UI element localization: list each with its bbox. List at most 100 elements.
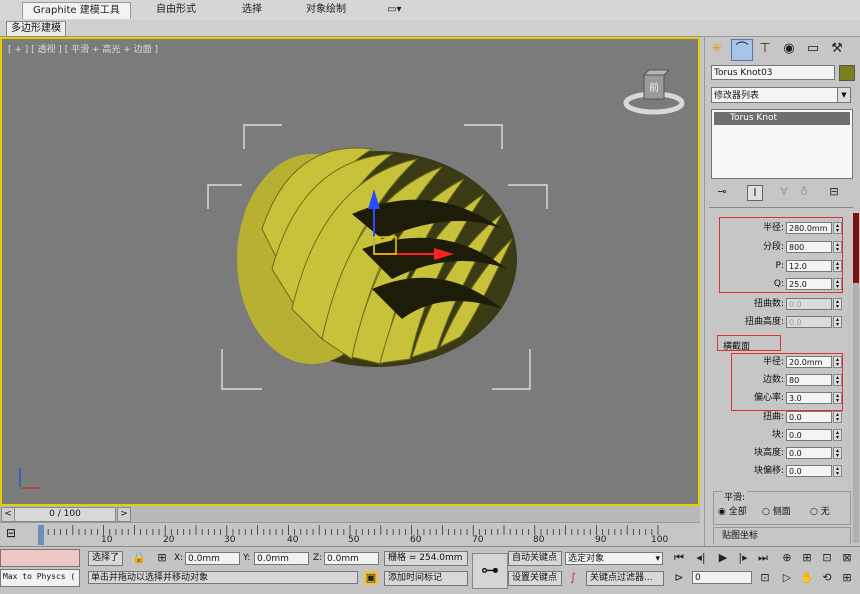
utilities-tab-icon[interactable]: ⚒	[827, 39, 847, 59]
play-icon[interactable]: ▶	[716, 551, 730, 565]
prompt-line: 单击并拖动以选择并移动对象	[88, 571, 358, 584]
divider	[709, 207, 853, 208]
hierarchy-tab-icon[interactable]: ⊤	[755, 39, 775, 59]
highlight-box-section	[731, 353, 843, 411]
time-slider[interactable]: < 0 / 100 >	[0, 506, 700, 522]
mini-curve-editor-icon[interactable]: ⊟	[6, 526, 16, 540]
zoom-extents-icon[interactable]: ⊡	[820, 551, 834, 565]
orbit-icon[interactable]: ⟲	[820, 571, 834, 585]
create-tab-icon[interactable]: ✳	[707, 39, 727, 59]
stack-item-torus-knot[interactable]: Torus Knot	[714, 112, 850, 125]
field-of-view-icon[interactable]: ▷	[780, 571, 794, 585]
modify-tab-icon[interactable]: ⌒	[731, 39, 753, 61]
mapping-group: 贴图坐标	[713, 527, 851, 544]
maxscript-listener[interactable]	[0, 549, 80, 567]
polygon-modeling-tab[interactable]: 多边形建模	[6, 21, 66, 37]
chevron-down-icon: ▼	[837, 88, 850, 102]
key-mode-toggle-icon[interactable]: ⊳	[672, 571, 686, 585]
y-coordinate-field[interactable]: 0.0mm	[254, 552, 309, 565]
spinner-icon[interactable]: ▴ ▾	[833, 298, 842, 310]
absolute-mode-icon[interactable]: ⊞	[155, 551, 169, 565]
key-filter-curve-icon[interactable]: ∫	[566, 571, 580, 585]
time-prev-button[interactable]: <	[1, 507, 15, 522]
ribbon-tab-object-paint[interactable]: 对象绘制	[296, 2, 356, 18]
chevron-down-icon: ▾	[655, 554, 660, 564]
next-frame-icon[interactable]: |▸	[736, 551, 750, 565]
lock-icon[interactable]: 🔒	[132, 551, 146, 565]
time-tag-icon[interactable]: ▣	[364, 571, 378, 585]
spinner-icon[interactable]: ▴ ▾	[833, 465, 842, 477]
zoom-all-icon[interactable]: ⊞	[800, 551, 814, 565]
param-row: 扭曲: 0.0 ▴ ▾	[711, 410, 846, 424]
remove-modifier-icon[interactable]: ♁	[797, 185, 811, 199]
spinner-icon[interactable]: ▴ ▾	[833, 429, 842, 441]
display-tab-icon[interactable]: ▭	[803, 39, 823, 59]
current-frame-field[interactable]: 0	[692, 571, 752, 584]
x-coordinate-field[interactable]: 0.0mm	[185, 552, 240, 565]
motion-tab-icon[interactable]: ◉	[779, 39, 799, 59]
spinner-icon[interactable]: ▴ ▾	[833, 411, 842, 423]
track-ticks	[41, 525, 659, 535]
spinner-icon[interactable]: ▴ ▾	[833, 316, 842, 328]
ribbon-tab-selection[interactable]: 选择	[232, 2, 272, 18]
warp-height-field[interactable]: 0.0	[786, 316, 832, 328]
lump-height-field[interactable]: 0.0	[786, 447, 832, 459]
add-time-tag-button[interactable]: 添加时间标记	[384, 571, 468, 586]
time-slider-thumb[interactable]: 0 / 100	[14, 507, 116, 522]
lumps-field[interactable]: 0.0	[786, 429, 832, 441]
key-filters-button[interactable]: 关键点过滤器...	[586, 571, 664, 586]
selection-count: 选择了	[88, 551, 124, 566]
perspective-viewport[interactable]: [ + ] [ 透视 ] [ 平滑 + 高光 + 边面 ] 前	[0, 37, 700, 506]
make-unique-icon[interactable]: ∀	[777, 185, 791, 199]
maximize-viewport-icon[interactable]: ⊞	[840, 571, 854, 585]
key-mode-select[interactable]: 选定对象 ▾	[565, 552, 663, 565]
viewcube[interactable]: 前	[622, 67, 686, 117]
ribbon-tab-freeform[interactable]: 自由形式	[146, 2, 206, 18]
twist-field[interactable]: 0.0	[786, 411, 832, 423]
go-to-start-icon[interactable]: ⏮	[672, 551, 686, 565]
command-panel: ✳ ⌒ ⊤ ◉ ▭ ⚒ Torus Knot03 修改器列表 ▼ Torus K…	[704, 37, 860, 546]
panel-scrollbar[interactable]	[853, 213, 859, 543]
scrollbar-thumb[interactable]	[853, 213, 859, 283]
smoothing-title: 平滑:	[722, 490, 748, 503]
tick-label: 90	[595, 535, 607, 545]
auto-key-button[interactable]: 自动关键点	[508, 551, 562, 566]
pin-stack-icon[interactable]: ⊸	[715, 185, 729, 199]
go-to-end-icon[interactable]: ⏭	[756, 551, 770, 565]
viewport-label[interactable]: [ + ] [ 透视 ] [ 平滑 + 高光 + 边面 ]	[8, 42, 158, 55]
time-marker[interactable]	[38, 525, 44, 545]
ribbon-options-dropdown[interactable]: ▭▾	[384, 2, 404, 18]
z-label: Z:	[313, 553, 323, 563]
set-key-button[interactable]: 设置关键点	[508, 571, 562, 586]
previous-frame-icon[interactable]: ◂|	[694, 551, 708, 565]
script-field[interactable]: Max to Physcs (	[0, 569, 80, 587]
pan-hand-icon[interactable]: ✋	[800, 571, 814, 585]
param-row: 块高度: 0.0 ▴ ▾	[711, 446, 846, 460]
ribbon-tab-graphite[interactable]: Graphite 建模工具	[22, 2, 131, 19]
configure-modifier-sets-icon[interactable]: ⊟	[827, 185, 841, 199]
zoom-icon[interactable]: ⊕	[780, 551, 794, 565]
torus-knot-object[interactable]	[202, 119, 552, 399]
smooth-sides-radio[interactable]: ○ 侧面	[762, 506, 791, 518]
smooth-all-radio[interactable]: ◉ 全部	[718, 506, 747, 518]
warp-count-field[interactable]: 0.0	[786, 298, 832, 310]
modifier-stack[interactable]: Torus Knot	[711, 109, 853, 179]
track-bar[interactable]: 10 20 30 40 50 60 70 80 90 100	[0, 522, 700, 547]
key-icon[interactable]: ⊶	[472, 553, 508, 589]
lump-offset-field[interactable]: 0.0	[786, 465, 832, 477]
show-end-result-icon[interactable]: Ⅰ	[747, 185, 763, 201]
viewcube-face-label: 前	[649, 81, 659, 94]
modifier-list-dropdown[interactable]: 修改器列表 ▼	[711, 87, 851, 103]
spinner-icon[interactable]: ▴ ▾	[833, 447, 842, 459]
time-configuration-icon[interactable]: ⊡	[758, 571, 772, 585]
time-next-button[interactable]: >	[117, 507, 131, 522]
param-row: 扭曲数: 0.0 ▴ ▾	[711, 297, 846, 311]
param-row: 块偏移: 0.0 ▴ ▾	[711, 464, 846, 478]
z-coordinate-field[interactable]: 0.0mm	[324, 552, 379, 565]
object-color-swatch[interactable]	[839, 65, 855, 81]
mapping-title: 贴图坐标	[720, 528, 761, 541]
tick-label: 50	[348, 535, 360, 545]
zoom-extents-all-icon[interactable]: ⊠	[840, 551, 854, 565]
smooth-none-radio[interactable]: ○ 无	[810, 506, 830, 518]
object-name-field[interactable]: Torus Knot03	[711, 65, 835, 80]
